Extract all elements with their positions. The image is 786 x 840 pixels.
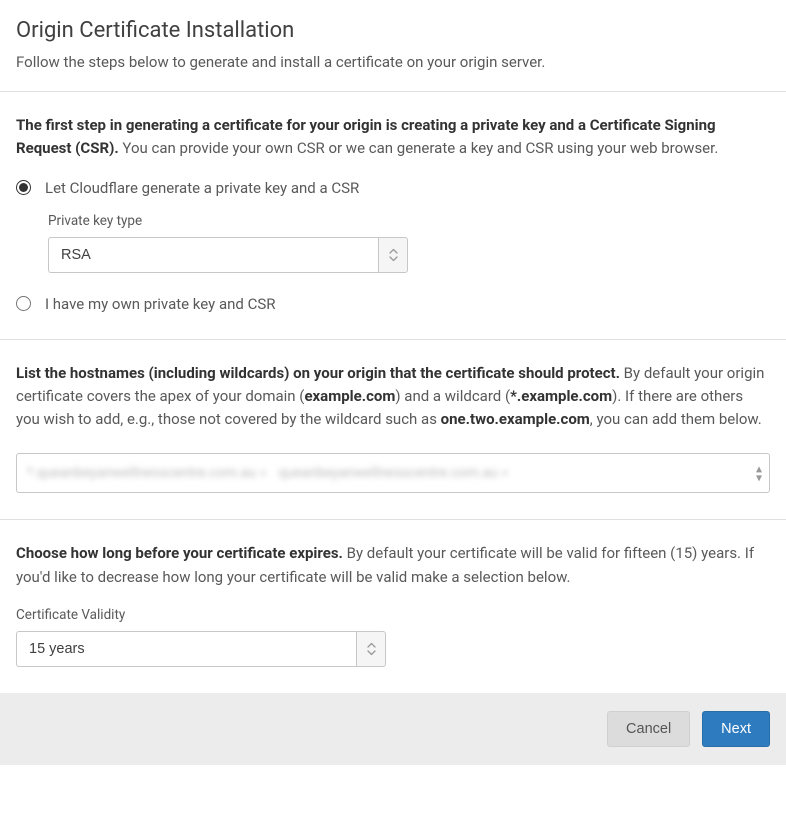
section-key-csr: The first step in generating a certifica…: [0, 92, 786, 340]
page-subtitle: Follow the steps below to generate and i…: [16, 53, 770, 71]
private-key-type-label: Private key type: [48, 213, 770, 229]
step1-intro-rest: You can provide your own CSR or we can g…: [119, 139, 719, 157]
close-icon[interactable]: ×: [260, 466, 266, 480]
validity-label: Certificate Validity: [16, 607, 770, 623]
private-key-type-select[interactable]: [48, 237, 408, 273]
radio-row-generate[interactable]: Let Cloudflare generate a private key an…: [16, 179, 770, 197]
private-key-type-input[interactable]: [48, 237, 378, 273]
select-stepper-icon[interactable]: [356, 631, 386, 667]
close-icon[interactable]: ×: [502, 466, 508, 480]
step1-intro: The first step in generating a certifica…: [16, 114, 770, 161]
step2-intro: List the hostnames (including wildcards)…: [16, 362, 770, 432]
radio-own[interactable]: [16, 296, 31, 311]
hostnames-box[interactable]: *.queanbeyanwellnesscentre.com.au× quean…: [16, 453, 770, 493]
section-validity: Choose how long before your certificate …: [0, 520, 786, 693]
step3-intro-bold: Choose how long before your certificate …: [16, 544, 343, 562]
validity-select[interactable]: [16, 631, 386, 667]
cancel-button[interactable]: Cancel: [607, 711, 690, 747]
step3-intro: Choose how long before your certificate …: [16, 542, 770, 589]
page-header: Origin Certificate Installation Follow t…: [0, 0, 786, 92]
step2-intro-bold: List the hostnames (including wildcards)…: [16, 364, 620, 382]
hostname-tag[interactable]: *.queanbeyanwellnesscentre.com.au×: [27, 465, 266, 481]
radio-generate[interactable]: [16, 180, 31, 195]
next-button[interactable]: Next: [702, 711, 770, 747]
page-title: Origin Certificate Installation: [16, 18, 770, 43]
footer-actions: Cancel Next: [0, 693, 786, 765]
private-key-type-block: Private key type: [48, 213, 770, 273]
hostnames-input[interactable]: *.queanbeyanwellnesscentre.com.au× quean…: [16, 453, 770, 493]
select-stepper-icon[interactable]: ▴▾: [756, 465, 762, 482]
hostname-tag[interactable]: queanbeyanwellnesscentre.com.au×: [278, 465, 508, 481]
radio-own-label: I have my own private key and CSR: [45, 295, 275, 313]
radio-row-own[interactable]: I have my own private key and CSR: [16, 295, 770, 313]
section-hostnames: List the hostnames (including wildcards)…: [0, 340, 786, 521]
radio-generate-label: Let Cloudflare generate a private key an…: [45, 179, 359, 197]
select-stepper-icon[interactable]: [378, 237, 408, 273]
validity-input[interactable]: [16, 631, 356, 667]
validity-block: Certificate Validity: [16, 607, 770, 667]
